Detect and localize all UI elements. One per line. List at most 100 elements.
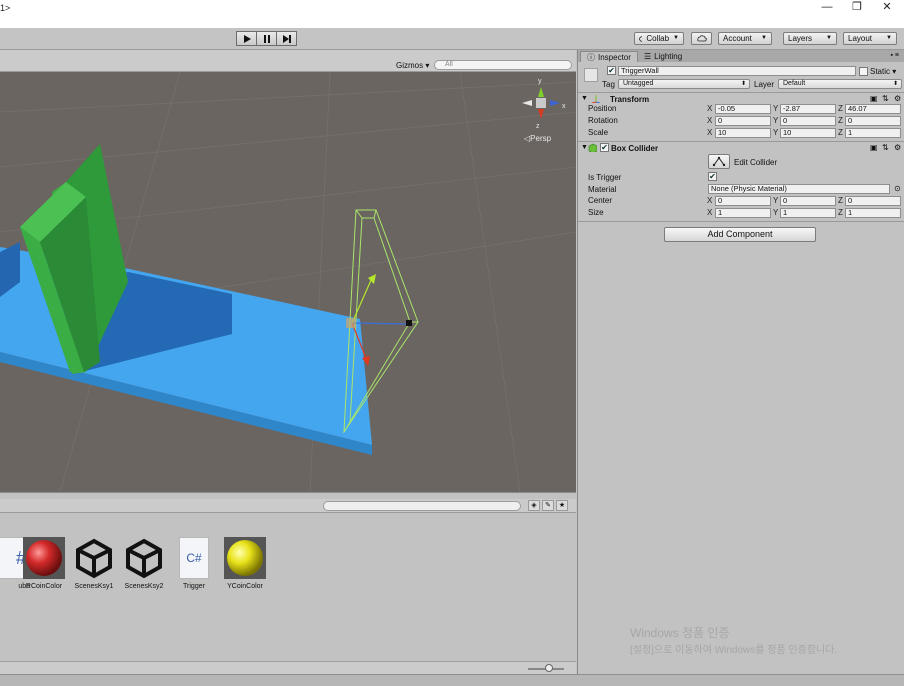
project-footer xyxy=(0,661,576,675)
step-icon xyxy=(282,34,291,43)
maximize-button[interactable]: ❐ xyxy=(842,0,872,14)
tab-inspector[interactable]: ⓘ Inspector xyxy=(580,51,638,62)
red-material-icon xyxy=(23,537,65,579)
center-y-field[interactable]: 0 xyxy=(780,196,836,206)
status-bar xyxy=(0,674,904,686)
asset-item[interactable]: C# Trigger xyxy=(170,537,218,590)
lock-icon[interactable]: ▪ ≡ xyxy=(890,52,899,59)
window-title: 1> xyxy=(0,3,11,13)
center-x-field[interactable]: 0 xyxy=(715,196,771,206)
box-collider-header[interactable]: ▼ ✔ Box Collider ▣ ⇅ ⚙ xyxy=(578,141,904,153)
add-component-button[interactable]: Add Component xyxy=(664,227,816,242)
asset-item[interactable]: ScenesKsy1 xyxy=(70,537,118,590)
inspector-panel: ⓘ Inspector ☰ Lighting ▪ ≡ ✔ TriggerWall… xyxy=(577,50,904,674)
active-checkbox[interactable]: ✔ xyxy=(607,66,616,75)
scale-y-field[interactable]: 10 xyxy=(780,128,836,138)
tag-dropdown[interactable]: Untagged ⬍ xyxy=(618,79,750,89)
size-x-field[interactable]: 1 xyxy=(715,208,771,218)
settings-gear-icon[interactable]: ⚙ xyxy=(894,94,901,103)
close-button[interactable]: ✕ xyxy=(872,0,902,14)
is-trigger-checkbox[interactable]: ✔ xyxy=(708,172,717,181)
filter-type-icon[interactable]: ◈ xyxy=(528,500,540,511)
axis-x-label: X xyxy=(707,104,713,113)
rotation-x-field[interactable]: 0 xyxy=(715,116,771,126)
main-toolbar: Collab ▼ Account ▼ Layers ▼ Layout ▼ xyxy=(0,28,904,50)
tab-lighting[interactable]: ☰ Lighting xyxy=(638,51,688,62)
scale-x-field[interactable]: 10 xyxy=(715,128,771,138)
size-y-field[interactable]: 1 xyxy=(780,208,836,218)
pause-icon xyxy=(263,34,270,43)
info-icon: ⓘ xyxy=(587,52,595,62)
box-collider-enabled-checkbox[interactable]: ✔ xyxy=(600,143,609,152)
transform-header[interactable]: ▼ Transform ▣ ⇅ ⚙ xyxy=(578,92,904,104)
tag-value: Untagged xyxy=(623,80,654,87)
orientation-gizmo[interactable]: y x z xyxy=(522,78,566,130)
unity-scene-icon xyxy=(73,537,115,579)
layer-dropdown[interactable]: Default ⬍ xyxy=(778,79,902,89)
position-x-field[interactable]: -0.05 xyxy=(715,104,771,114)
edit-collider-button[interactable] xyxy=(708,154,730,169)
gizmos-dropdown[interactable]: Gizmos ▾ xyxy=(396,61,429,70)
asset-item[interactable]: ScenesKsy2 xyxy=(120,537,168,590)
axis-y-label: Y xyxy=(773,116,779,125)
collab-button[interactable]: Collab ▼ xyxy=(634,32,684,45)
rotation-z-field[interactable]: 0 xyxy=(845,116,901,126)
preset-icon[interactable]: ⇅ xyxy=(882,94,889,103)
foldout-arrow-icon[interactable]: ▼ xyxy=(581,95,588,102)
object-picker-icon[interactable]: ⊙ xyxy=(894,184,901,193)
rotation-y-field[interactable]: 0 xyxy=(780,116,836,126)
icon-size-slider-handle[interactable] xyxy=(545,664,553,672)
favorite-star-icon[interactable]: ★ xyxy=(556,500,568,511)
help-icon[interactable]: ▣ xyxy=(870,143,878,152)
activation-watermark-text: [설정]으로 이동하여 Windows를 정품 인증합니다. xyxy=(630,645,838,656)
asset-label: RCoinColor xyxy=(25,583,63,590)
foldout-arrow-icon[interactable]: ▼ xyxy=(581,144,588,151)
material-field[interactable]: None (Physic Material) xyxy=(708,184,890,194)
cloud-icon xyxy=(696,35,707,42)
help-icon[interactable]: ▣ xyxy=(870,94,878,103)
center-z-field[interactable]: 0 xyxy=(845,196,901,206)
dropdown-arrow-icon: ⬍ xyxy=(892,81,898,87)
axis-x-label: X xyxy=(707,128,713,137)
play-icon xyxy=(243,34,251,43)
scene-canvas[interactable]: y x z xyxy=(0,72,576,492)
scene-toolbar: Gizmos ▾ All xyxy=(0,50,576,72)
play-button[interactable] xyxy=(236,31,257,46)
asset-label: ScenesKsy2 xyxy=(124,583,164,590)
pause-button[interactable] xyxy=(256,31,277,46)
static-label-text: Static xyxy=(870,67,891,76)
project-toolbar: ◈ ✎ ★ xyxy=(0,499,576,513)
box-collider-title: Box Collider xyxy=(611,144,659,153)
persp-label[interactable]: ◁Persp xyxy=(524,134,551,143)
layers-dropdown[interactable]: Layers ▼ xyxy=(783,32,837,45)
axis-y-label: Y xyxy=(773,104,779,113)
static-checkbox[interactable] xyxy=(859,67,868,76)
preset-icon[interactable]: ⇅ xyxy=(882,143,889,152)
static-label[interactable]: Static ▾ xyxy=(870,67,896,76)
layout-dropdown[interactable]: Layout ▼ xyxy=(843,32,897,45)
object-name-field[interactable]: TriggerWall xyxy=(618,66,856,76)
account-dropdown[interactable]: Account ▼ xyxy=(718,32,772,45)
position-y-field[interactable]: -2.87 xyxy=(780,104,836,114)
settings-gear-icon[interactable]: ⚙ xyxy=(894,143,901,152)
scale-z-field[interactable]: 1 xyxy=(845,128,901,138)
project-search-input[interactable] xyxy=(323,501,521,511)
position-z-field[interactable]: 46.07 xyxy=(845,104,901,114)
scene-view[interactable]: Gizmos ▾ All y x z ◁Persp xyxy=(0,50,576,492)
asset-item[interactable]: RCoinColor xyxy=(20,537,68,590)
minimize-button[interactable]: — xyxy=(812,0,842,14)
project-panel: ◈ ✎ ★ # ube RCoinColor ScenesKsy1 Scenes… xyxy=(0,492,576,675)
cloud-button[interactable] xyxy=(691,32,712,45)
is-trigger-label: Is Trigger xyxy=(588,173,622,182)
size-z-field[interactable]: 1 xyxy=(845,208,901,218)
filter-label-icon[interactable]: ✎ xyxy=(542,500,554,511)
axis-z-label: Z xyxy=(838,128,843,137)
scene-search-input[interactable]: All xyxy=(434,60,572,70)
step-button[interactable] xyxy=(276,31,297,46)
gameobject-icon xyxy=(584,68,598,82)
center-label: Center xyxy=(588,196,613,205)
gizmo-y-label: y xyxy=(538,78,542,85)
cloud-check-icon xyxy=(639,36,643,42)
chevron-down-icon: ▼ xyxy=(826,35,832,41)
asset-item[interactable]: YCoinColor xyxy=(221,537,269,590)
